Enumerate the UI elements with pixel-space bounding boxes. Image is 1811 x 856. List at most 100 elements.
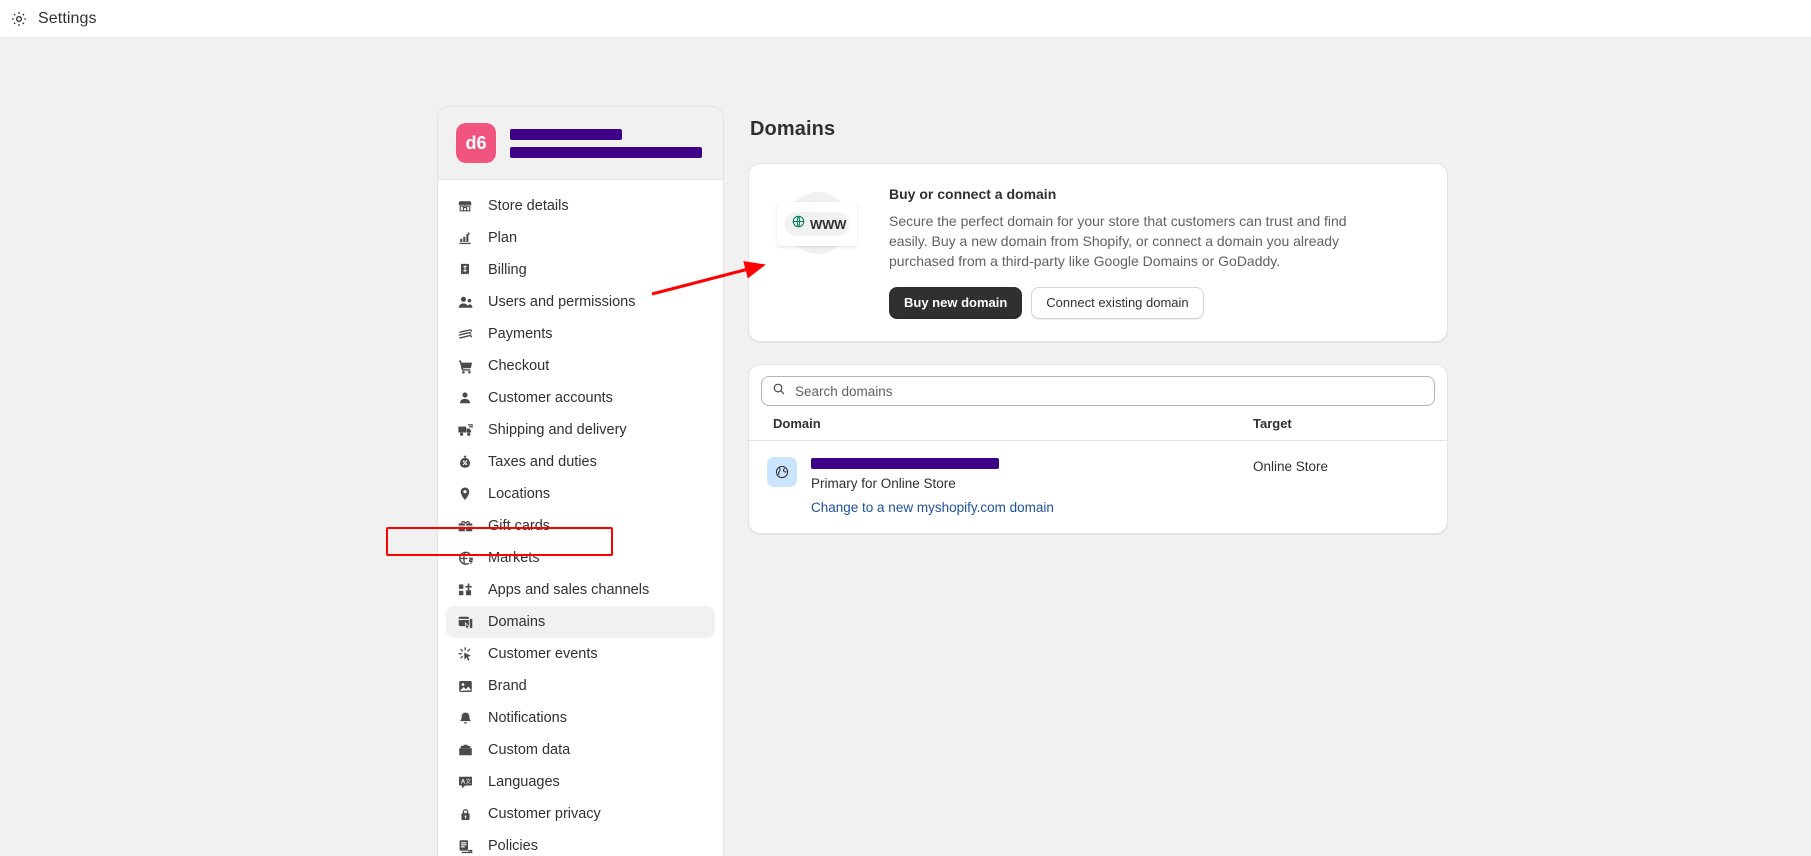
buy-card-body: Buy or connect a domain Secure the perfe… [889, 184, 1423, 319]
apps-icon [456, 581, 474, 599]
www-label: WWW [810, 216, 847, 232]
sidebar-item-label: Policies [488, 838, 538, 854]
sidebar-item-customer-privacy[interactable]: Customer privacy [446, 798, 715, 830]
globe-icon [791, 214, 806, 234]
svg-text:文: 文 [465, 777, 471, 785]
column-header-domain: Domain [773, 416, 821, 431]
search-input[interactable] [795, 383, 1424, 399]
store-meta [510, 128, 702, 158]
sidebar-item-domains[interactable]: Domains [446, 606, 715, 638]
table-header: Domain Target [749, 416, 1447, 441]
store-url-redacted [510, 147, 702, 158]
search-icon [772, 382, 786, 401]
search-box[interactable] [761, 376, 1435, 406]
sidebar-item-label: Markets [488, 550, 540, 566]
sidebar-item-label: Customer accounts [488, 390, 613, 406]
sidebar-item-shipping-and-delivery[interactable]: Shipping and delivery [446, 414, 715, 446]
sidebar-item-taxes-and-duties[interactable]: Taxes and duties [446, 446, 715, 478]
sidebar-item-label: Shipping and delivery [488, 422, 627, 438]
page-title: Domains [750, 118, 836, 140]
target-cell: Online Store [1253, 459, 1329, 474]
click-icon [456, 645, 474, 663]
pin-icon [456, 485, 474, 503]
connect-existing-domain-button[interactable]: Connect existing domain [1031, 287, 1204, 319]
sidebar-item-label: Checkout [488, 358, 550, 374]
sidebar-item-label: Billing [488, 262, 527, 278]
buy-card-actions: Buy new domain Connect existing domain [889, 287, 1423, 319]
sidebar-item-payments[interactable]: Payments [446, 318, 715, 350]
sidebar-item-languages[interactable]: A 文 Languages [446, 766, 715, 798]
sidebar-item-label: Locations [488, 486, 551, 502]
sidebar-item-label: Domains [488, 614, 546, 630]
globe-dollar-icon [456, 549, 474, 567]
sidebar-item-label: Plan [488, 230, 518, 246]
sidebar-item-plan[interactable]: Plan [446, 222, 715, 254]
sidebar-item-label: Notifications [488, 710, 567, 726]
sidebar-item-label: Custom data [488, 742, 571, 758]
store-name-redacted [510, 129, 622, 140]
sidebar-item-apps-and-sales-channels[interactable]: Apps and sales channels [446, 574, 715, 606]
bell-icon [456, 709, 474, 727]
window-title: Settings [38, 9, 97, 27]
sidebar-item-customer-events[interactable]: Customer events [446, 638, 715, 670]
sidebar-item-label: Brand [488, 678, 527, 694]
sidebar-item-custom-data[interactable]: Custom data [446, 734, 715, 766]
money-bag-icon [456, 453, 474, 471]
domains-icon [456, 613, 474, 631]
lock-icon [456, 805, 474, 823]
buy-or-connect-card: WWW Buy or connect a domain Secure the p… [748, 163, 1448, 342]
sidebar-item-checkout[interactable]: Checkout [446, 350, 715, 382]
sidebar-item-store-details[interactable]: Store details [446, 190, 715, 222]
sidebar-item-markets[interactable]: Markets [446, 542, 715, 574]
users-icon [456, 293, 474, 311]
sidebar-item-gift-cards[interactable]: Gift cards [446, 510, 715, 542]
sidebar-item-notifications[interactable]: Notifications [446, 702, 715, 734]
store-icon [456, 197, 474, 215]
sidebar-item-billing[interactable]: Billing [446, 254, 715, 286]
domain-subtitle: Primary for Online Store [811, 476, 956, 491]
sidebar-item-users-and-permissions[interactable]: Users and permissions [446, 286, 715, 318]
receipt-icon [456, 261, 474, 279]
domain-name-redacted [811, 458, 999, 469]
truck-icon [456, 421, 474, 439]
www-illustration: WWW [773, 186, 865, 264]
policies-icon [456, 837, 474, 855]
sidebar-item-brand[interactable]: Brand [446, 670, 715, 702]
sidebar-item-policies[interactable]: Policies [446, 830, 715, 856]
domain-cell: Primary for Online Store Change to a new… [811, 455, 1239, 517]
chart-icon [456, 229, 474, 247]
cart-icon [456, 357, 474, 375]
sidebar-item-locations[interactable]: Locations [446, 478, 715, 510]
gift-card-icon [456, 517, 474, 535]
buy-card-description: Secure the perfect domain for your store… [889, 213, 1347, 269]
image-icon [456, 677, 474, 695]
sidebar-item-label: Customer privacy [488, 806, 601, 822]
search-area [749, 365, 1447, 416]
avatar: d6 [456, 123, 496, 163]
change-myshopify-domain-link[interactable]: Change to a new myshopify.com domain [811, 500, 1054, 515]
buy-new-domain-button[interactable]: Buy new domain [889, 287, 1023, 319]
globe-icon [767, 457, 797, 487]
table-row[interactable]: Primary for Online Store Change to a new… [749, 441, 1447, 533]
window-titlebar: Settings [0, 0, 1811, 38]
sidebar-item-label: Languages [488, 774, 560, 790]
sidebar-item-label: Users and permissions [488, 294, 636, 310]
settings-sidebar: d6 Store details Plan Billing Users and per… [437, 106, 724, 856]
sidebar-nav: Store details Plan Billing Users and permis… [438, 180, 723, 856]
sidebar-item-label: Apps and sales channels [488, 582, 650, 598]
person-icon [456, 389, 474, 407]
gear-icon [10, 10, 28, 28]
sidebar-item-label: Gift cards [488, 518, 551, 534]
settings-page: d6 Store details Plan Billing Users and per… [0, 38, 1811, 856]
sidebar-item-label: Taxes and duties [488, 454, 597, 470]
sidebar-item-customer-accounts[interactable]: Customer accounts [446, 382, 715, 414]
payments-icon [456, 325, 474, 343]
sidebar-item-label: Payments [488, 326, 553, 342]
sidebar-item-label: Customer events [488, 646, 598, 662]
database-icon [456, 741, 474, 759]
domains-list-card: Domain Target Primary for Online Store C… [748, 364, 1448, 534]
translate-icon: A文 [456, 773, 474, 791]
sidebar-item-label: Store details [488, 198, 569, 214]
column-header-target: Target [1253, 416, 1292, 431]
store-header[interactable]: d6 [438, 107, 723, 180]
